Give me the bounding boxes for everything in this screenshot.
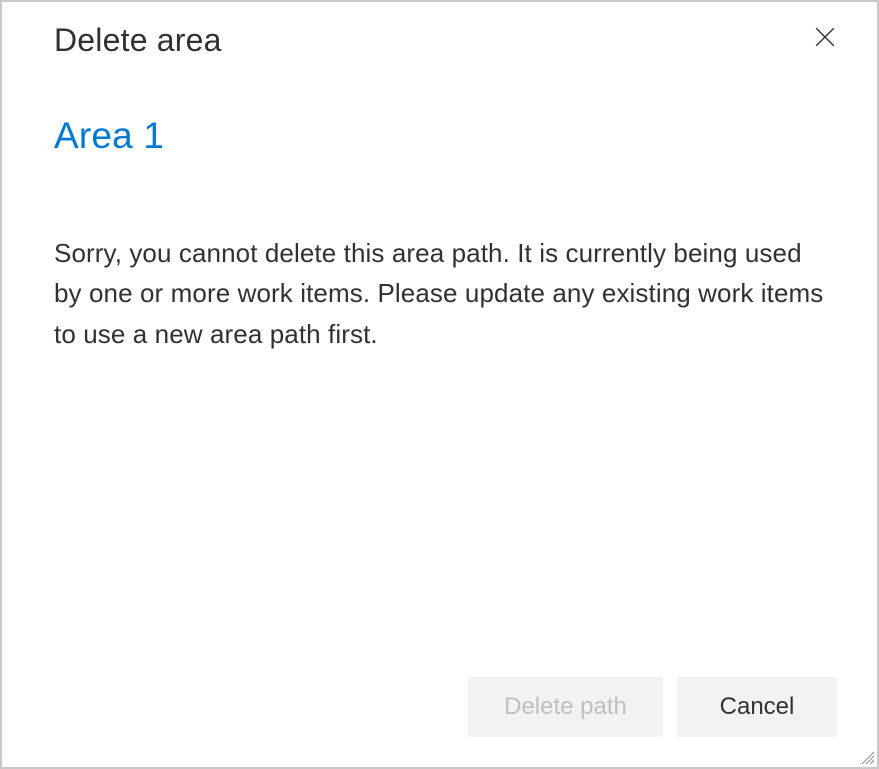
delete-area-dialog: Delete area Area 1 Sorry, you cannot del… [2, 2, 877, 767]
dialog-header: Delete area [54, 22, 825, 59]
dialog-button-row: Delete path Cancel [468, 677, 837, 737]
delete-path-button[interactable]: Delete path [468, 677, 663, 737]
close-icon [815, 27, 835, 50]
close-button[interactable] [809, 22, 841, 54]
dialog-title: Delete area [54, 22, 222, 59]
area-name: Area 1 [54, 115, 825, 157]
cancel-button[interactable]: Cancel [677, 677, 837, 737]
resize-grip-icon [858, 748, 874, 764]
dialog-message: Sorry, you cannot delete this area path.… [54, 233, 824, 354]
